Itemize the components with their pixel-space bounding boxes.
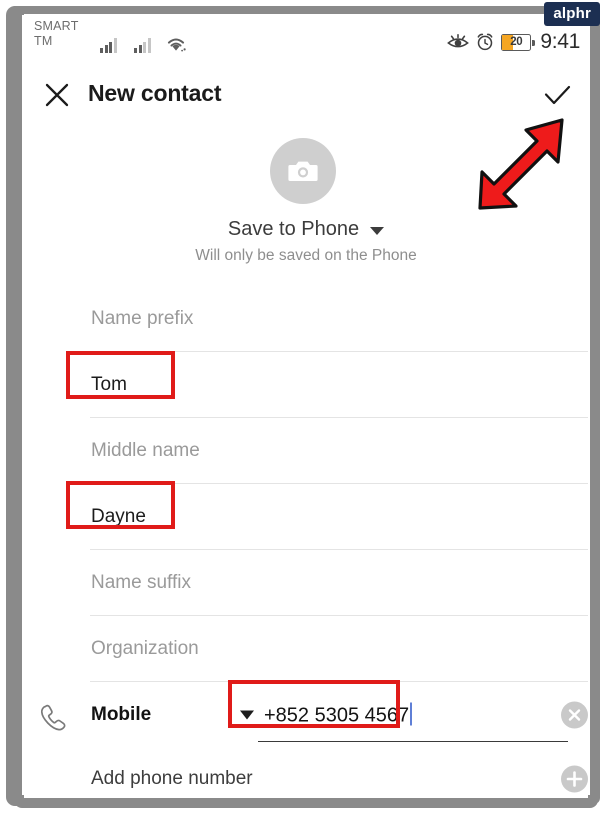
status-icons-group: 20 9:41 [447,30,580,54]
watermark-badge: alphr [544,2,600,26]
phone-input-underline [258,740,568,742]
save-account-note: Will only be saved on the Phone [195,247,417,264]
field-organization-placeholder: Organization [91,637,199,659]
phone-bezel-left [6,6,22,806]
field-name-suffix[interactable]: Name suffix [90,550,588,616]
field-last-name-value: Dayne [91,505,146,527]
add-circle-icon [566,770,583,787]
carrier-line-2: TM [34,34,53,48]
alarm-clock-icon [477,33,493,51]
phone-type-label[interactable]: Mobile [91,704,151,726]
carrier-label: SMART TM [34,19,94,49]
phone-number-row: Mobile +852 5305 4567 [90,682,588,748]
phone-screen: SMART TM 20 9:41 New contact Save to Pho… [24,14,588,798]
battery-level-label: 20 [510,36,523,48]
field-middle-name-placeholder: Middle name [91,439,200,461]
field-first-name[interactable]: Tom [90,352,588,418]
contact-form: Name prefix Tom Middle name Dayne Name s… [24,286,588,798]
field-first-name-value: Tom [91,373,127,395]
save-account-label: Save to Phone [227,218,360,240]
field-name-prefix-placeholder: Name prefix [91,307,194,329]
app-bar: New contact [24,66,588,124]
phone-bezel-right [590,8,600,804]
phone-frame: SMART TM 20 9:41 New contact Save to Pho… [0,0,604,816]
field-middle-name[interactable]: Middle name [90,418,588,484]
field-organization[interactable]: Organization [90,616,588,682]
clear-phone-button[interactable] [561,701,588,729]
field-last-name[interactable]: Dayne [90,484,588,550]
save-account-selector[interactable]: Save to Phone [24,218,588,241]
clear-circle-icon [568,709,581,721]
text-cursor [410,702,413,726]
checkmark-icon [544,85,571,105]
add-phone-number-button[interactable] [561,765,588,792]
add-phone-number-label: Add phone number [91,767,253,789]
field-name-suffix-placeholder: Name suffix [91,571,191,593]
contact-photo-button[interactable] [270,138,336,204]
eye-icon [447,33,470,47]
status-bar: SMART TM 20 9:41 [24,14,588,64]
battery-icon: 20 [501,33,535,51]
close-icon [45,83,69,107]
carrier-line-1: SMART [34,19,79,33]
chevron-down-icon [370,227,385,235]
phone-number-value: +852 5305 4567 [264,704,410,727]
add-phone-number-row[interactable]: Add phone number [90,748,588,798]
field-name-prefix[interactable]: Name prefix [90,286,588,352]
phone-handset-icon [40,704,66,731]
page-title: New contact [88,80,222,106]
save-contact-button[interactable] [536,76,578,114]
close-button[interactable] [38,76,76,114]
signal-bars-icon [100,36,120,53]
chevron-down-icon[interactable] [240,710,254,720]
camera-icon [288,161,318,181]
signal-bars-icon [134,36,154,53]
phone-number-input[interactable]: +852 5305 4567 [264,702,413,728]
wifi-icon [167,38,186,52]
status-clock: 9:41 [540,30,580,53]
